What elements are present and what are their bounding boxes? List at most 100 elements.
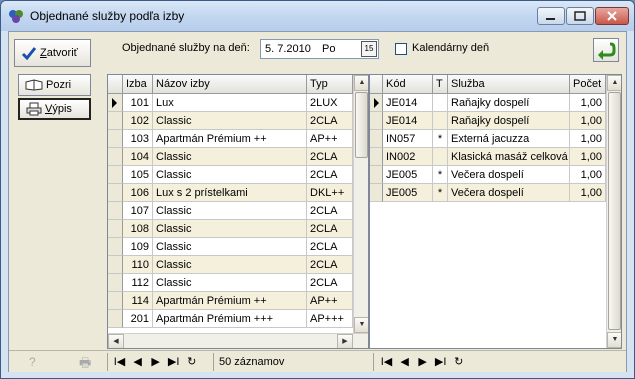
table-cell[interactable]: Classic bbox=[153, 166, 307, 184]
table-cell[interactable]: Apartmán Prémium ++ bbox=[153, 130, 307, 148]
table-cell[interactable]: AP++ bbox=[307, 292, 353, 310]
calendar-icon[interactable]: 15 bbox=[361, 41, 377, 57]
table-cell[interactable]: 107 bbox=[123, 202, 153, 220]
table-row[interactable]: 104 Classic 2CLA bbox=[108, 148, 353, 166]
table-row[interactable]: IN057 * Externá jacuzza 1,00 bbox=[370, 130, 606, 148]
next-record-icon[interactable]: ▶ bbox=[148, 355, 163, 368]
services-col-header[interactable]: Kód bbox=[383, 75, 433, 94]
table-cell[interactable] bbox=[433, 112, 448, 130]
scroll-up-icon[interactable]: ▲ bbox=[607, 75, 621, 91]
row-indicator[interactable] bbox=[370, 130, 383, 148]
table-cell[interactable]: AP+++ bbox=[307, 310, 353, 328]
date-input[interactable]: 5. 7.2010 Po 15 bbox=[260, 39, 379, 59]
table-cell[interactable]: 112 bbox=[123, 274, 153, 292]
prev-record-icon[interactable]: ◀ bbox=[130, 355, 145, 368]
table-cell[interactable]: 2CLA bbox=[307, 112, 353, 130]
table-row[interactable]: 103 Apartmán Prémium ++ AP++ bbox=[108, 130, 353, 148]
table-cell[interactable]: Classic bbox=[153, 202, 307, 220]
table-cell[interactable]: 2CLA bbox=[307, 220, 353, 238]
last-record-icon[interactable]: ▶I bbox=[433, 355, 448, 368]
scroll-down-icon[interactable]: ▼ bbox=[354, 317, 368, 333]
row-indicator[interactable] bbox=[108, 184, 123, 202]
row-indicator[interactable] bbox=[370, 148, 383, 166]
table-cell[interactable]: 114 bbox=[123, 292, 153, 310]
row-indicator[interactable] bbox=[108, 220, 123, 238]
table-cell[interactable]: 108 bbox=[123, 220, 153, 238]
table-cell[interactable]: 103 bbox=[123, 130, 153, 148]
services-col-header[interactable]: Služba bbox=[448, 75, 570, 94]
table-row[interactable]: 114 Apartmán Prémium ++ AP++ bbox=[108, 292, 353, 310]
table-cell[interactable]: IN057 bbox=[383, 130, 433, 148]
rooms-vertical-scrollbar[interactable]: ▲ ▼ bbox=[353, 75, 368, 333]
table-cell[interactable]: Classic bbox=[153, 274, 307, 292]
table-cell[interactable]: Classic bbox=[153, 148, 307, 166]
table-cell[interactable]: Lux bbox=[153, 94, 307, 112]
row-indicator[interactable] bbox=[370, 184, 383, 202]
table-cell[interactable]: Apartmán Prémium ++ bbox=[153, 292, 307, 310]
table-cell[interactable]: * bbox=[433, 166, 448, 184]
row-indicator[interactable] bbox=[108, 112, 123, 130]
table-row[interactable]: JE005 * Večera dospelí 1,00 bbox=[370, 184, 606, 202]
table-row[interactable]: 105 Classic 2CLA bbox=[108, 166, 353, 184]
table-row[interactable]: JE005 * Večera dospelí 1,00 bbox=[370, 166, 606, 184]
table-cell[interactable]: Večera dospelí bbox=[448, 166, 570, 184]
table-cell[interactable]: Raňajky dospelí bbox=[448, 94, 570, 112]
table-cell[interactable]: 2CLA bbox=[307, 202, 353, 220]
table-cell[interactable]: 101 bbox=[123, 94, 153, 112]
rooms-horizontal-scrollbar[interactable]: ◀ ▶ bbox=[108, 333, 368, 348]
table-cell[interactable]: 2CLA bbox=[307, 148, 353, 166]
table-cell[interactable]: JE005 bbox=[383, 184, 433, 202]
row-indicator[interactable] bbox=[108, 256, 123, 274]
row-indicator[interactable] bbox=[108, 274, 123, 292]
table-cell[interactable]: JE014 bbox=[383, 94, 433, 112]
table-cell[interactable]: AP++ bbox=[307, 130, 353, 148]
first-record-icon[interactable]: I◀ bbox=[112, 355, 127, 368]
table-cell[interactable]: 1,00 bbox=[570, 166, 606, 184]
refresh-icon[interactable]: ↻ bbox=[451, 355, 466, 368]
table-cell[interactable]: DKL++ bbox=[307, 184, 353, 202]
row-indicator[interactable] bbox=[108, 130, 123, 148]
table-row[interactable]: 101 Lux 2LUX bbox=[108, 94, 353, 112]
table-cell[interactable]: JE014 bbox=[383, 112, 433, 130]
table-row[interactable]: 201 Apartmán Prémium +++ AP+++ bbox=[108, 310, 353, 328]
table-cell[interactable]: Classic bbox=[153, 238, 307, 256]
scroll-thumb[interactable] bbox=[355, 92, 368, 158]
table-cell[interactable]: Classic bbox=[153, 256, 307, 274]
row-indicator[interactable] bbox=[108, 238, 123, 256]
maximize-button[interactable] bbox=[566, 7, 594, 25]
table-cell[interactable]: 1,00 bbox=[570, 112, 606, 130]
table-cell[interactable]: 201 bbox=[123, 310, 153, 328]
table-cell[interactable]: 105 bbox=[123, 166, 153, 184]
table-row[interactable]: 112 Classic 2CLA bbox=[108, 274, 353, 292]
table-cell[interactable]: Classic bbox=[153, 112, 307, 130]
scroll-up-icon[interactable]: ▲ bbox=[354, 75, 368, 91]
row-indicator[interactable] bbox=[370, 166, 383, 184]
table-row[interactable]: JE014 Raňajky dospelí 1,00 bbox=[370, 94, 606, 112]
row-indicator[interactable] bbox=[370, 94, 383, 112]
last-record-icon[interactable]: ▶I bbox=[166, 355, 181, 368]
table-row[interactable]: JE014 Raňajky dospelí 1,00 bbox=[370, 112, 606, 130]
scroll-down-icon[interactable]: ▼ bbox=[607, 332, 621, 348]
table-cell[interactable]: Lux s 2 prístelkami bbox=[153, 184, 307, 202]
scroll-right-icon[interactable]: ▶ bbox=[337, 334, 353, 348]
table-row[interactable]: 106 Lux s 2 prístelkami DKL++ bbox=[108, 184, 353, 202]
services-col-header[interactable]: Počet bbox=[570, 75, 606, 94]
close-button[interactable]: Zatvoriť bbox=[14, 39, 91, 67]
row-indicator[interactable] bbox=[108, 292, 123, 310]
table-cell[interactable]: 106 bbox=[123, 184, 153, 202]
next-record-icon[interactable]: ▶ bbox=[415, 355, 430, 368]
table-cell[interactable]: 1,00 bbox=[570, 130, 606, 148]
prev-record-icon[interactable]: ◀ bbox=[397, 355, 412, 368]
table-row[interactable]: 110 Classic 2CLA bbox=[108, 256, 353, 274]
table-cell[interactable]: 2LUX bbox=[307, 94, 353, 112]
printer-icon[interactable]: 🖶 bbox=[79, 354, 91, 376]
table-cell[interactable]: 104 bbox=[123, 148, 153, 166]
row-indicator[interactable] bbox=[108, 94, 123, 112]
back-button[interactable] bbox=[593, 38, 619, 62]
rooms-col-header[interactable]: Izba bbox=[123, 75, 153, 94]
table-cell[interactable]: 2CLA bbox=[307, 166, 353, 184]
table-cell[interactable]: 1,00 bbox=[570, 94, 606, 112]
calendar-day-checkbox[interactable] bbox=[395, 43, 407, 55]
table-cell[interactable] bbox=[433, 148, 448, 166]
table-row[interactable]: IN002 Klasická masáž celková 1,00 bbox=[370, 148, 606, 166]
